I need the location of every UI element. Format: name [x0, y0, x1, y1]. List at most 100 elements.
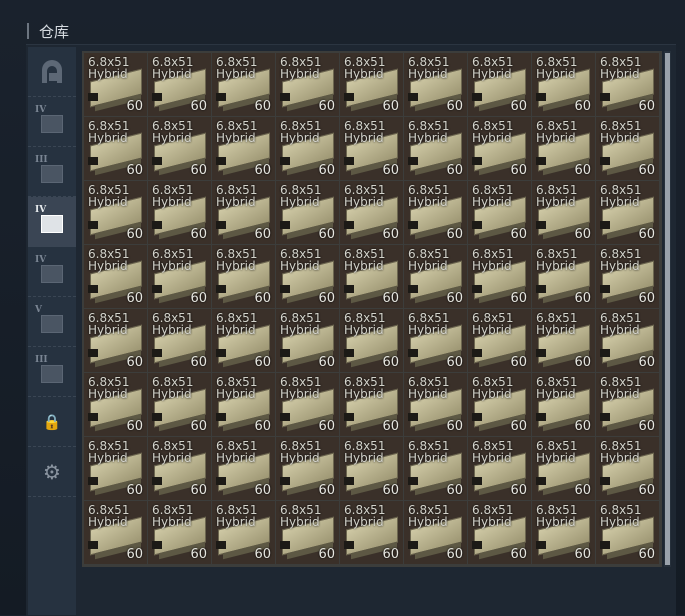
inventory-item[interactable]: 6.8x51 Hybrid 60 [212, 373, 275, 436]
inventory-item[interactable]: 6.8x51 Hybrid 60 [468, 181, 531, 244]
inventory-item[interactable]: 6.8x51 Hybrid 60 [468, 53, 531, 116]
sidebar-item-lock[interactable]: 🔒 [28, 397, 76, 447]
inventory-item[interactable]: 6.8x51 Hybrid 60 [404, 117, 467, 180]
inventory-item[interactable]: 6.8x51 Hybrid 60 [404, 53, 467, 116]
inventory-item[interactable]: 6.8x51 Hybrid 60 [468, 309, 531, 372]
inventory-item[interactable]: 6.8x51 Hybrid 60 [596, 501, 659, 564]
item-quantity: 60 [318, 227, 335, 242]
item-type: Hybrid [152, 323, 192, 337]
inventory-item[interactable]: 6.8x51 Hybrid 60 [276, 373, 339, 436]
inventory-item[interactable]: 6.8x51 Hybrid 60 [84, 53, 147, 116]
inventory-item[interactable]: 6.8x51 Hybrid 60 [276, 117, 339, 180]
inventory-item[interactable]: 6.8x51 Hybrid 60 [148, 245, 211, 308]
sidebar-item-category-iv-b[interactable]: IV [28, 197, 76, 247]
inventory-item[interactable]: 6.8x51 Hybrid 60 [148, 117, 211, 180]
sidebar-item-category-iii-a[interactable]: III [28, 147, 76, 197]
inventory-item[interactable]: 6.8x51 Hybrid 60 [276, 245, 339, 308]
item-type: Hybrid [536, 451, 576, 465]
item-type: Hybrid [472, 259, 512, 273]
inventory-item[interactable]: 6.8x51 Hybrid 60 [148, 309, 211, 372]
inventory-item[interactable]: 6.8x51 Hybrid 60 [84, 373, 147, 436]
inventory-item[interactable]: 6.8x51 Hybrid 60 [532, 245, 595, 308]
inventory-item[interactable]: 6.8x51 Hybrid 60 [212, 181, 275, 244]
inventory-item[interactable]: 6.8x51 Hybrid 60 [404, 245, 467, 308]
inventory-item[interactable]: 6.8x51 Hybrid 60 [148, 501, 211, 564]
inventory-item[interactable]: 6.8x51 Hybrid 60 [404, 309, 467, 372]
inventory-item[interactable]: 6.8x51 Hybrid 60 [340, 117, 403, 180]
inventory-item[interactable]: 6.8x51 Hybrid 60 [340, 309, 403, 372]
inventory-item[interactable]: 6.8x51 Hybrid 60 [276, 501, 339, 564]
sidebar-item-settings[interactable]: ⚙ [28, 447, 76, 497]
item-quantity: 60 [574, 227, 591, 242]
inventory-item[interactable]: 6.8x51 Hybrid 60 [84, 437, 147, 500]
inventory-item[interactable]: 6.8x51 Hybrid 60 [84, 181, 147, 244]
inventory-item[interactable]: 6.8x51 Hybrid 60 [212, 501, 275, 564]
item-type: Hybrid [344, 515, 384, 529]
inventory-item[interactable]: 6.8x51 Hybrid 60 [596, 437, 659, 500]
inventory-item[interactable]: 6.8x51 Hybrid 60 [340, 245, 403, 308]
inventory-item[interactable]: 6.8x51 Hybrid 60 [468, 373, 531, 436]
scrollbar-thumb[interactable] [665, 53, 670, 565]
inventory-item[interactable]: 6.8x51 Hybrid 60 [532, 53, 595, 116]
gear-icon: ⚙ [43, 459, 61, 484]
item-quantity: 60 [638, 163, 655, 178]
inventory-item[interactable]: 6.8x51 Hybrid 60 [340, 373, 403, 436]
inventory-item[interactable]: 6.8x51 Hybrid 60 [84, 117, 147, 180]
inventory-item[interactable]: 6.8x51 Hybrid 60 [468, 437, 531, 500]
inventory-item[interactable]: 6.8x51 Hybrid 60 [404, 373, 467, 436]
inventory-item[interactable]: 6.8x51 Hybrid 60 [532, 373, 595, 436]
inventory-item[interactable]: 6.8x51 Hybrid 60 [84, 245, 147, 308]
inventory-item[interactable]: 6.8x51 Hybrid 60 [212, 53, 275, 116]
item-quantity: 60 [126, 291, 143, 306]
inventory-item[interactable]: 6.8x51 Hybrid 60 [468, 245, 531, 308]
inventory-item[interactable]: 6.8x51 Hybrid 60 [276, 309, 339, 372]
inventory-item[interactable]: 6.8x51 Hybrid 60 [596, 53, 659, 116]
inventory-item[interactable]: 6.8x51 Hybrid 60 [468, 501, 531, 564]
inventory-item[interactable]: 6.8x51 Hybrid 60 [596, 117, 659, 180]
sidebar-item-category-iv-c[interactable]: IV [28, 247, 76, 297]
inventory-item[interactable]: 6.8x51 Hybrid 60 [148, 373, 211, 436]
inventory-item[interactable]: 6.8x51 Hybrid 60 [212, 117, 275, 180]
item-quantity: 60 [382, 355, 399, 370]
inventory-item[interactable]: 6.8x51 Hybrid 60 [276, 181, 339, 244]
inventory-item[interactable]: 6.8x51 Hybrid 60 [212, 309, 275, 372]
inventory-item[interactable]: 6.8x51 Hybrid 60 [468, 117, 531, 180]
item-quantity: 60 [638, 419, 655, 434]
item-type: Hybrid [216, 451, 256, 465]
inventory-item[interactable]: 6.8x51 Hybrid 60 [596, 181, 659, 244]
inventory-item[interactable]: 6.8x51 Hybrid 60 [148, 437, 211, 500]
inventory-item[interactable]: 6.8x51 Hybrid 60 [532, 309, 595, 372]
item-quantity: 60 [190, 419, 207, 434]
item-type: Hybrid [280, 515, 320, 529]
inventory-item[interactable]: 6.8x51 Hybrid 60 [596, 309, 659, 372]
inventory-item[interactable]: 6.8x51 Hybrid 60 [532, 181, 595, 244]
inventory-item[interactable]: 6.8x51 Hybrid 60 [532, 117, 595, 180]
inventory-item[interactable]: 6.8x51 Hybrid 60 [404, 181, 467, 244]
sidebar-item-category-v[interactable]: V [28, 297, 76, 347]
item-type: Hybrid [472, 195, 512, 209]
inventory-item[interactable]: 6.8x51 Hybrid 60 [532, 437, 595, 500]
sidebar-item-all-items[interactable] [28, 47, 76, 97]
item-type: Hybrid [344, 195, 384, 209]
inventory-item[interactable]: 6.8x51 Hybrid 60 [84, 501, 147, 564]
inventory-item[interactable]: 6.8x51 Hybrid 60 [148, 181, 211, 244]
inventory-item[interactable]: 6.8x51 Hybrid 60 [404, 501, 467, 564]
inventory-item[interactable]: 6.8x51 Hybrid 60 [596, 245, 659, 308]
inventory-item[interactable]: 6.8x51 Hybrid 60 [276, 53, 339, 116]
sidebar-item-category-iii-b[interactable]: III [28, 347, 76, 397]
inventory-item[interactable]: 6.8x51 Hybrid 60 [340, 181, 403, 244]
inventory-item[interactable]: 6.8x51 Hybrid 60 [532, 501, 595, 564]
inventory-item[interactable]: 6.8x51 Hybrid 60 [84, 309, 147, 372]
inventory-item[interactable]: 6.8x51 Hybrid 60 [212, 245, 275, 308]
inventory-item[interactable]: 6.8x51 Hybrid 60 [340, 437, 403, 500]
item-type: Hybrid [152, 451, 192, 465]
inventory-item[interactable]: 6.8x51 Hybrid 60 [340, 53, 403, 116]
sidebar-item-category-iv-a[interactable]: IV [28, 97, 76, 147]
inventory-item[interactable]: 6.8x51 Hybrid 60 [276, 437, 339, 500]
inventory-item[interactable]: 6.8x51 Hybrid 60 [596, 373, 659, 436]
item-type: Hybrid [472, 67, 512, 81]
inventory-item[interactable]: 6.8x51 Hybrid 60 [340, 501, 403, 564]
inventory-item[interactable]: 6.8x51 Hybrid 60 [404, 437, 467, 500]
inventory-item[interactable]: 6.8x51 Hybrid 60 [148, 53, 211, 116]
inventory-item[interactable]: 6.8x51 Hybrid 60 [212, 437, 275, 500]
